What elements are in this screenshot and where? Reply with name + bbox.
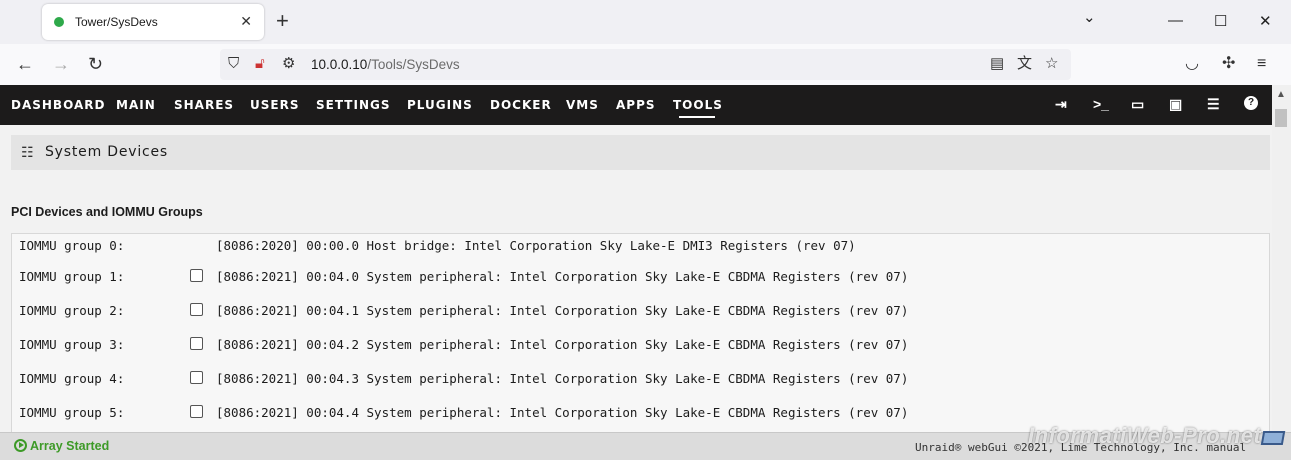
array-status: Array Started [30,439,110,453]
iommu-group-label: IOMMU group 4: [19,371,125,386]
iommu-group-label: IOMMU group 2: [19,303,125,318]
menu-settings[interactable]: SETTINGS [316,98,391,112]
active-menu-underline [679,116,715,118]
url-text[interactable]: 10.0.0.10/Tools/SysDevs [311,57,460,72]
menu-tools[interactable]: TOOLS [673,98,723,112]
tab-title: Tower/SysDevs [75,15,158,29]
browser-toolbar: ← → ↻ ⛉ 🔓︎ ⚙ 10.0.0.10/Tools/SysDevs ▤ 文… [0,44,1291,85]
terminal-icon[interactable]: >_ [1093,96,1109,112]
forward-icon[interactable]: → [52,52,70,76]
bind-vfio-checkbox[interactable] [190,371,203,384]
iommu-group-label: IOMMU group 5: [19,405,125,420]
feedback-icon[interactable]: ▭ [1131,96,1144,112]
tab-list-dropdown-icon[interactable]: ⌄ [1083,8,1096,26]
device-description: [8086:2021] 00:04.4 System peripheral: I… [216,405,909,420]
bind-vfio-checkbox[interactable] [190,405,203,418]
site-favicon-icon [54,17,64,27]
device-list: IOMMU group 0: [8086:2020] 00:00.0 Host … [11,233,1270,432]
menu-plugins[interactable]: PLUGINS [407,98,473,112]
browser-tab-strip: Tower/SysDevs ✕ + ⌄ — ☐ ✕ [0,0,1291,44]
menu-vms[interactable]: VMS [566,98,599,112]
bind-vfio-checkbox[interactable] [190,269,203,282]
device-description: [8086:2021] 00:04.1 System peripheral: I… [216,303,909,318]
status-footer: Array Started Unraid® webGui ©2021, Lime… [0,423,1291,460]
bind-vfio-checkbox[interactable] [190,303,203,316]
logout-icon[interactable]: ⇥ [1055,96,1067,112]
watermark-laptop-icon [1260,431,1286,445]
lock-icon[interactable]: 🔓︎ [255,54,265,74]
main-menu: DASHBOARD MAIN SHARES USERS SETTINGS PLU… [0,85,1272,125]
pocket-icon[interactable]: ◡ [1185,53,1199,75]
reader-icon[interactable]: ▤ [990,54,1004,74]
minimize-button[interactable]: — [1168,12,1183,29]
play-circle-icon [14,439,27,452]
log-icon[interactable]: ☰ [1207,96,1220,112]
section-title: PCI Devices and IOMMU Groups [11,205,203,219]
menu-icon[interactable]: ≡ [1257,53,1266,75]
menu-docker[interactable]: DOCKER [490,98,552,112]
display-icon[interactable]: ▣ [1169,96,1182,112]
close-window-button[interactable]: ✕ [1259,12,1272,30]
device-description: [8086:2021] 00:04.3 System peripheral: I… [216,371,909,386]
back-icon[interactable]: ← [16,52,34,76]
device-description: [8086:2020] 00:00.0 Host bridge: Intel C… [216,238,856,253]
device-description: [8086:2021] 00:04.2 System peripheral: I… [216,337,909,352]
menu-main[interactable]: MAIN [116,98,156,112]
shield-icon[interactable]: ⛉ [228,54,239,74]
iommu-group-label: IOMMU group 1: [19,269,125,284]
address-bar[interactable]: ⛉ 🔓︎ ⚙ 10.0.0.10/Tools/SysDevs ▤ 文 ☆ [220,49,1071,80]
watermark: InformatiWeb-Pro.net [1028,423,1262,448]
page-content: ☷ System Devices PCI Devices and IOMMU G… [0,125,1272,432]
menu-shares[interactable]: SHARES [174,98,234,112]
url-host: 10.0.0.10 [311,57,368,72]
menu-users[interactable]: USERS [250,98,299,112]
extensions-icon[interactable]: ✣ [1222,53,1235,75]
url-path: /Tools/SysDevs [367,57,460,72]
page-scrollbar[interactable]: ▲ [1272,85,1291,432]
new-tab-button[interactable]: + [276,9,289,33]
device-description: [8086:2021] 00:04.0 System peripheral: I… [216,269,909,284]
server-list-icon: ☷ [21,144,34,160]
menu-apps[interactable]: APPS [616,98,656,112]
browser-tab[interactable]: Tower/SysDevs ✕ [42,4,264,40]
translate-icon[interactable]: 文 [1017,54,1032,74]
bind-vfio-checkbox[interactable] [190,337,203,350]
iommu-group-label: IOMMU group 0: [19,238,125,253]
help-icon[interactable]: ? [1244,96,1258,110]
scroll-up-icon[interactable]: ▲ [1276,89,1286,100]
close-tab-icon[interactable]: ✕ [240,13,252,30]
maximize-button[interactable]: ☐ [1214,12,1227,30]
permissions-icon[interactable]: ⚙ [282,54,295,74]
page-title: System Devices [45,144,169,160]
reload-icon[interactable]: ↻ [88,52,103,76]
page-title-bar: ☷ System Devices [11,135,1270,170]
bookmark-star-icon[interactable]: ☆ [1045,54,1058,74]
menu-dashboard[interactable]: DASHBOARD [11,98,105,112]
iommu-group-label: IOMMU group 3: [19,337,125,352]
scrollbar-thumb[interactable] [1275,109,1287,127]
